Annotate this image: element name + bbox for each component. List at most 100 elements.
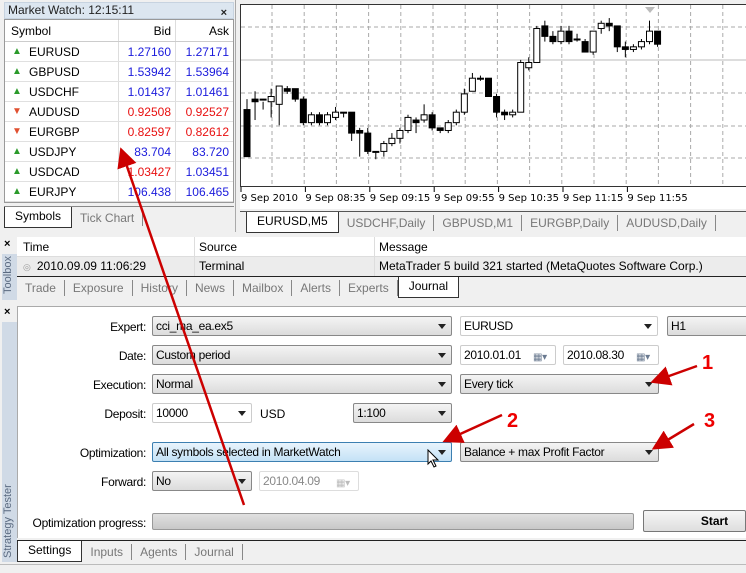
ticks-model-select[interactable]: Every tick [460, 374, 659, 394]
candle-bull [444, 122, 452, 131]
candle-bear [364, 132, 372, 152]
tester-tab-inputs[interactable]: Inputs [82, 544, 133, 560]
ask-cell: 0.82612 [185, 125, 229, 139]
chart-tab-eurgbp-daily[interactable]: EURGBP,Daily [522, 215, 619, 231]
date-from-picker[interactable]: 2010.01.01 ▦▾ [460, 345, 556, 365]
timeframe-select[interactable]: H1 [667, 316, 746, 336]
expert-select[interactable]: cci_ma_ea.ex5 [152, 316, 452, 336]
toolbox-tab-news[interactable]: News [187, 280, 234, 296]
arrow-up-icon: ▲ [12, 145, 22, 157]
candle-bull [533, 28, 541, 64]
column-time[interactable]: Time [17, 237, 195, 256]
arrow-up-icon: ▲ [12, 85, 22, 97]
calendar-icon[interactable]: ▦▾ [636, 349, 654, 363]
toolbox-tab-exposure[interactable]: Exposure [65, 280, 133, 296]
date-mode-select[interactable]: Custom period [152, 345, 452, 365]
column-source[interactable]: Source [195, 237, 375, 256]
execution-value: Normal [156, 377, 193, 391]
column-symbol[interactable]: Symbol [5, 20, 119, 41]
symbol-row[interactable]: ▼ EURGBP 0.82597 0.82612 [5, 122, 233, 142]
row-time-text: 2010.09.09 11:06:29 [36, 259, 147, 273]
execution-select[interactable]: Normal [152, 374, 452, 394]
timeframe-value: H1 [671, 319, 686, 333]
journal-row[interactable]: ◎ 2010.09.09 11:06:29 Terminal MetaTrader… [17, 257, 746, 276]
tab-symbols[interactable]: Symbols [4, 207, 73, 228]
candle-bear [493, 96, 501, 113]
criterion-select[interactable]: Balance + max Profit Factor [460, 442, 659, 462]
axis-tick-label: 9 Sep 11:15 [563, 193, 623, 204]
toolbox-tab-mailbox[interactable]: Mailbox [234, 280, 293, 296]
column-message[interactable]: Message [375, 237, 746, 256]
candle-bull [404, 116, 412, 131]
calendar-icon[interactable]: ▦▾ [533, 349, 551, 363]
symbol-cell: ▼ EURGBP [5, 122, 119, 141]
chart-tab-usdchf-daily[interactable]: USDCHF,Daily [339, 215, 435, 231]
chart-tab-gbpusd-m1[interactable]: GBPUSD,M1 [434, 215, 523, 231]
chart-tab-audusd-daily[interactable]: AUDUSD,Daily [618, 215, 716, 231]
arrow-up-icon: ▲ [12, 45, 22, 57]
candle-bull [380, 143, 388, 152]
price-chart[interactable] [240, 4, 746, 187]
symbol-row[interactable]: ▲ EURUSD 1.27160 1.27171 [5, 42, 233, 62]
candle-bear [428, 114, 436, 129]
forward-date-picker: 2010.04.09 ▦▾ [259, 471, 359, 491]
candle-bull [509, 111, 517, 116]
chevron-down-icon [438, 353, 446, 358]
date-mode-value: Custom period [156, 348, 231, 362]
candle-bear [251, 98, 259, 103]
toolbox-side-label: Toolbox [2, 254, 17, 300]
symbol-select[interactable]: EURUSD [460, 316, 658, 336]
symbol-name: AUDUSD [29, 104, 80, 119]
column-bid[interactable]: Bid [119, 20, 176, 41]
tab-tick-chart[interactable]: Tick Chart [72, 210, 144, 226]
symbol-row[interactable]: ▲ USDJPY 83.704 83.720 [5, 142, 233, 162]
leverage-select[interactable]: 1:100 [353, 403, 452, 423]
optimization-select[interactable]: All symbols selected in MarketWatch [152, 442, 452, 462]
date-label: Date: [118, 349, 146, 363]
candle-bull [307, 114, 315, 124]
symbol-row[interactable]: ▼ AUDUSD 0.92508 0.92527 [5, 102, 233, 122]
tester-tab-journal[interactable]: Journal [186, 544, 243, 560]
symbol-row[interactable]: ▲ GBPUSD 1.53942 1.53964 [5, 62, 233, 82]
ask-cell: 1.53964 [185, 65, 229, 79]
table-header: Symbol Bid Ask [5, 20, 233, 42]
date-to-picker[interactable]: 2010.08.30 ▦▾ [563, 345, 659, 365]
chart-tabs: EURUSD,M5 USDCHF,Daily GBPUSD,M1 EURGBP,Dai… [240, 211, 746, 233]
forward-select[interactable]: No [152, 471, 252, 491]
forward-value: No [156, 474, 171, 488]
candle-bull [259, 98, 267, 101]
symbol-row[interactable]: ▲ USDCAD 1.03427 1.03451 [5, 162, 233, 182]
tester-tab-agents[interactable]: Agents [132, 544, 187, 560]
candle-bear [565, 30, 573, 43]
toolbox-tab-experts[interactable]: Experts [340, 280, 398, 296]
close-icon[interactable]: × [4, 238, 10, 250]
deposit-value: 10000 [156, 406, 188, 420]
toolbox-tab-alerts[interactable]: Alerts [292, 280, 341, 296]
toolbox-tab-trade[interactable]: Trade [17, 280, 65, 296]
symbol-cell: ▲ EURJPY [5, 182, 119, 201]
symbol-row[interactable]: ▲ EURJPY 106.438 106.465 [5, 182, 233, 202]
row-source: Terminal [195, 257, 375, 276]
symbol-row[interactable]: ▲ USDCHF 1.01437 1.01461 [5, 82, 233, 102]
tester-tab-settings[interactable]: Settings [17, 541, 83, 562]
deposit-combo[interactable]: 10000 [152, 403, 252, 423]
start-button[interactable]: Start [643, 510, 746, 532]
symbol-name: EURGBP [29, 124, 80, 139]
candle-bear [291, 88, 299, 100]
status-bar [0, 564, 746, 573]
toolbox-tab-journal[interactable]: Journal [397, 277, 460, 298]
currency-label: USD [260, 407, 286, 421]
candle-bear [605, 22, 613, 27]
axis-tick-label: 9 Sep 08:35 [305, 193, 365, 204]
chart-tab-eurusd-m5[interactable]: EURUSD,M5 [246, 212, 339, 233]
chevron-down-icon [645, 382, 653, 387]
close-icon[interactable]: × [4, 306, 10, 318]
column-ask[interactable]: Ask [176, 20, 233, 41]
candle-bear [436, 127, 444, 131]
forward-date-value: 2010.04.09 [263, 474, 321, 488]
chevron-down-icon [438, 382, 446, 387]
ask-cell: 1.01461 [185, 85, 229, 99]
toolbox-tab-history[interactable]: History [133, 280, 187, 296]
candle-bear [348, 111, 356, 134]
candle-bull [597, 22, 605, 30]
